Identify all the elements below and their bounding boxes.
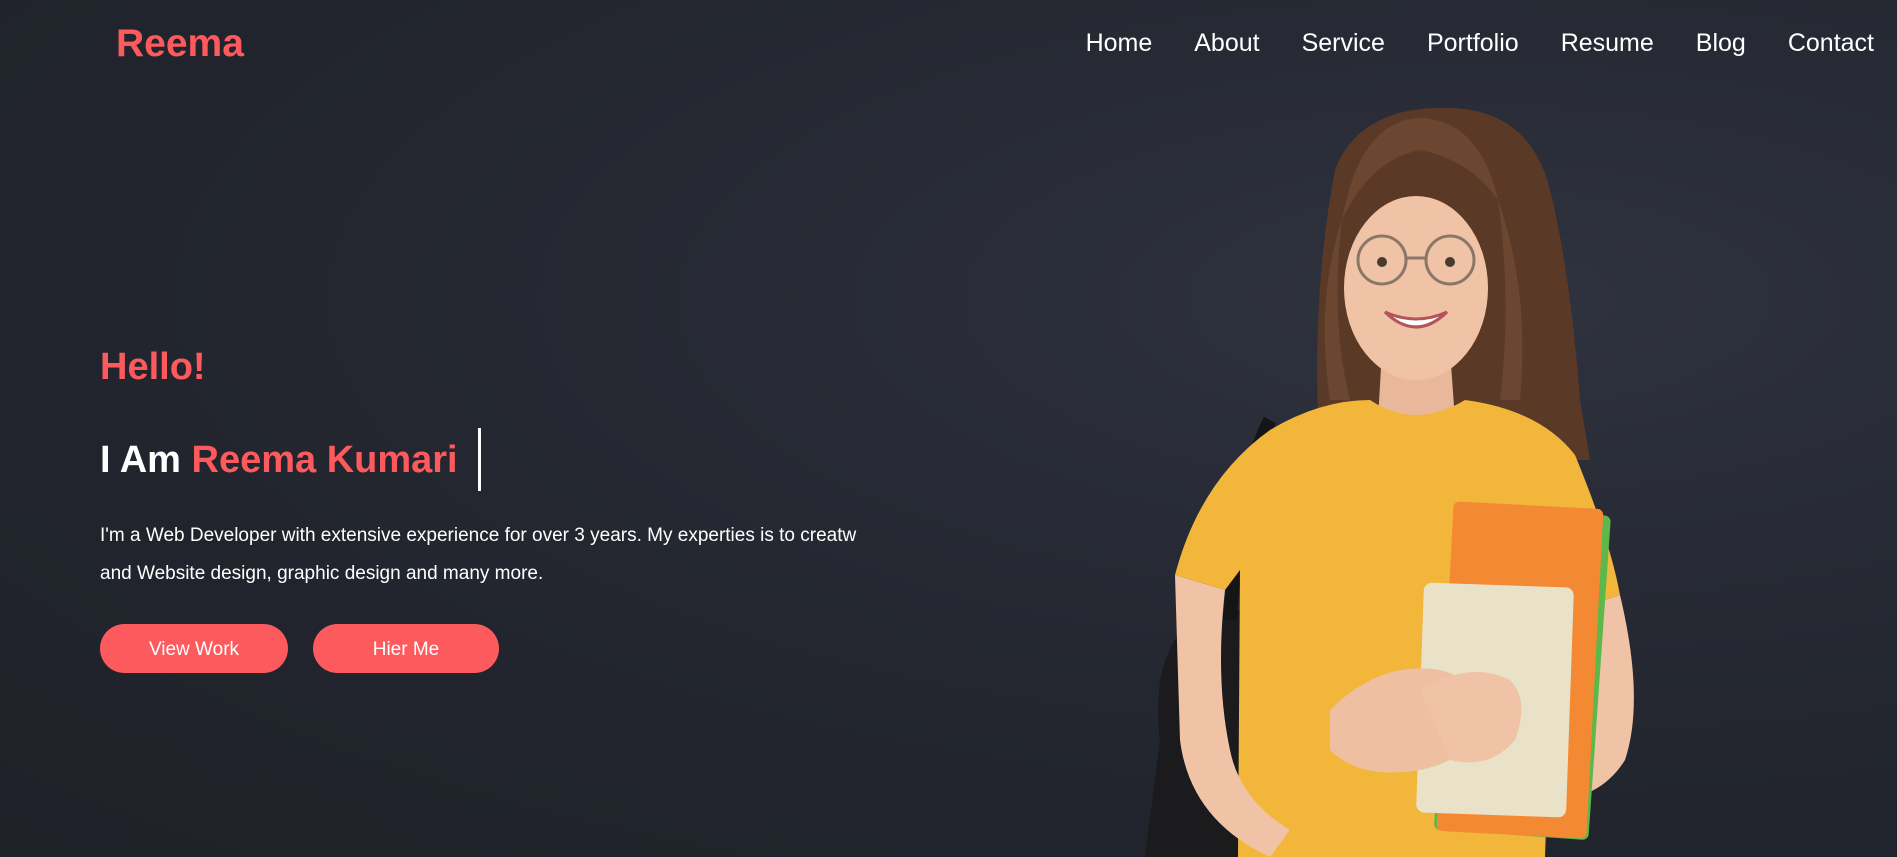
nav-blog[interactable]: Blog bbox=[1696, 27, 1746, 59]
main-nav: Home About Service Portfolio Resume Blog… bbox=[1086, 27, 1874, 59]
hero-bio: I'm a Web Developer with extensive exper… bbox=[100, 525, 857, 584]
nav-home[interactable]: Home bbox=[1086, 27, 1153, 59]
nav-service[interactable]: Service bbox=[1302, 27, 1385, 59]
hero-intro: I Am Reema Kumari bbox=[100, 428, 481, 491]
nav-contact[interactable]: Contact bbox=[1788, 27, 1874, 59]
view-work-button[interactable]: View Work bbox=[100, 624, 288, 673]
hero-name: Reema Kumari bbox=[191, 438, 458, 481]
nav-resume[interactable]: Resume bbox=[1561, 27, 1654, 59]
profile-photo bbox=[1145, 107, 1634, 857]
intro-prefix: I Am bbox=[100, 438, 181, 481]
typing-cursor bbox=[477, 428, 481, 491]
hire-me-button[interactable]: Hier Me bbox=[313, 624, 499, 673]
nav-portfolio[interactable]: Portfolio bbox=[1427, 27, 1519, 59]
nav-about[interactable]: About bbox=[1194, 27, 1259, 59]
brand-logo[interactable]: Reema bbox=[116, 21, 244, 67]
hero-greeting: Hello! bbox=[100, 346, 206, 388]
